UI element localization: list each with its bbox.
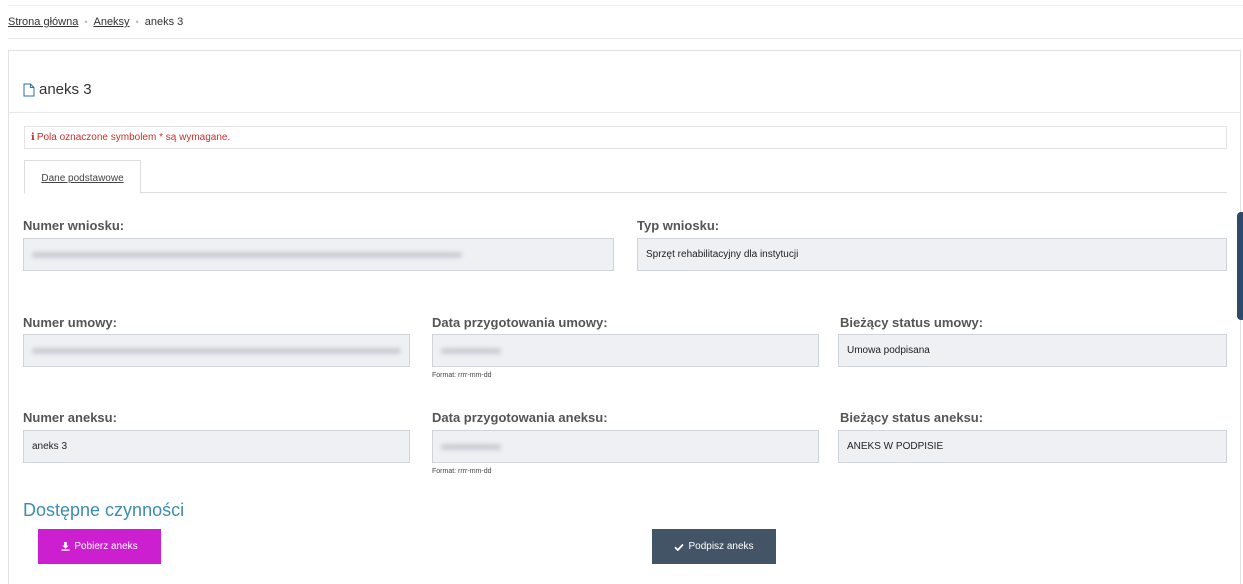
breadcrumb-annexes-link[interactable]: Aneksy: [93, 16, 129, 28]
redacted-value: [32, 251, 462, 258]
sign-annex-button[interactable]: Podpisz aneks: [652, 529, 776, 564]
available-actions-title: Dostępne czynności: [23, 500, 185, 520]
redacted-value: [441, 443, 501, 450]
download-annex-button[interactable]: Pobierz aneks: [38, 529, 161, 564]
data-aneksu-field[interactable]: [432, 430, 819, 463]
sign-annex-label: Podpisz aneks: [688, 541, 754, 552]
download-annex-label: Pobierz aneks: [74, 541, 138, 552]
annex-panel: aneks 3 ℹ Pola oznaczone symbolem * są wy…: [8, 50, 1241, 584]
download-icon: [61, 542, 70, 551]
tab-basic-data[interactable]: Dane podstawowe: [24, 160, 141, 194]
data-aneksu-label: Data przygotowania aneksu:: [432, 410, 608, 425]
data-umowy-format-hint: Format: rrrr-mm-dd: [432, 372, 492, 379]
page-title: aneks 3: [23, 81, 92, 98]
redacted-value: [441, 347, 501, 354]
numer-umowy-label: Numer umowy:: [23, 315, 117, 330]
data-umowy-field[interactable]: [432, 334, 819, 367]
status-aneksu-label: Bieżący status aneksu:: [840, 410, 984, 425]
numer-umowy-field[interactable]: [23, 334, 410, 367]
status-umowy-field[interactable]: Umowa podpisana: [838, 334, 1227, 367]
breadcrumb-separator: •: [135, 17, 139, 27]
required-fields-text: Pola oznaczone symbolem * są wymagane.: [36, 132, 231, 143]
tab-basic-data-label: Dane podstawowe: [41, 173, 124, 184]
numer-aneksu-field[interactable]: aneks 3: [23, 430, 410, 463]
panel-header: aneks 3: [9, 51, 1240, 113]
data-aneksu-format-hint: Format: rrrr-mm-dd: [432, 468, 492, 475]
breadcrumb: Strona główna • Aneksy • aneks 3: [8, 16, 183, 28]
status-aneksu-field[interactable]: ANEKS W PODPISIE: [838, 430, 1227, 463]
redacted-value: [32, 347, 401, 354]
breadcrumb-separator: •: [84, 17, 88, 27]
tab-bar: Dane podstawowe: [24, 160, 1227, 194]
status-umowy-label: Bieżący status umowy:: [840, 315, 984, 330]
typ-wniosku-field[interactable]: Sprzęt rehabilitacyjny dla instytucji: [637, 238, 1227, 271]
breadcrumb-home-link[interactable]: Strona główna: [8, 16, 78, 28]
info-icon: ℹ: [31, 132, 35, 143]
typ-wniosku-label: Typ wniosku:: [637, 218, 720, 233]
numer-aneksu-label: Numer aneksu:: [23, 410, 117, 425]
document-icon: [23, 83, 35, 96]
breadcrumb-current: aneks 3: [144, 16, 184, 28]
numer-wniosku-field[interactable]: [23, 238, 614, 271]
data-umowy-label: Data przygotowania umowy:: [432, 315, 608, 330]
breadcrumb-divider: [8, 38, 1243, 39]
side-panel-handle[interactable]: [1237, 212, 1243, 320]
check-icon: [674, 543, 685, 551]
numer-wniosku-label: Numer wniosku:: [23, 218, 125, 233]
page-title-text: aneks 3: [39, 81, 92, 98]
top-divider: [8, 5, 1243, 6]
required-fields-notice: ℹ Pola oznaczone symbolem * są wymagane.: [24, 126, 1227, 149]
